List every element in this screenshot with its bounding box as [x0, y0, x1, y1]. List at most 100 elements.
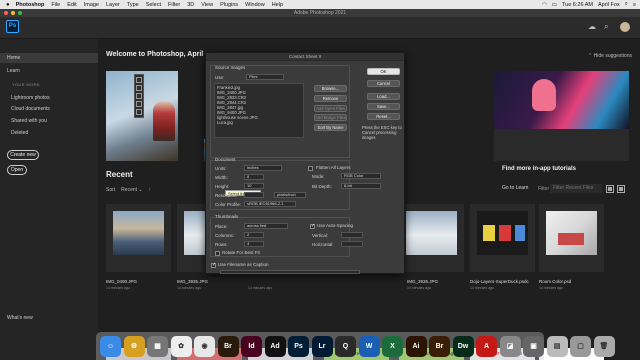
notes-icon[interactable]: ▤: [546, 335, 568, 357]
suggestion-image[interactable]: [494, 71, 629, 129]
preview-icon[interactable]: ◪: [499, 335, 521, 357]
excel-icon[interactable]: X: [382, 335, 403, 357]
sidebar-item-home[interactable]: Home: [0, 53, 98, 63]
menu-window[interactable]: Window: [245, 2, 265, 8]
list-view-icon[interactable]: [617, 185, 625, 193]
menu-filter[interactable]: Filter: [168, 2, 180, 8]
bridge2-icon[interactable]: Br: [429, 335, 450, 357]
word-icon[interactable]: W: [358, 335, 380, 357]
recent-file-thumb[interactable]: [106, 204, 171, 272]
height-input[interactable]: 10: [244, 183, 264, 189]
wifi-icon[interactable]: ◠: [542, 2, 547, 8]
load-button[interactable]: Load...: [367, 93, 400, 100]
ok-button[interactable]: OK: [367, 68, 400, 75]
sidebar-item-cloud[interactable]: Cloud documents: [11, 106, 50, 112]
photoshop-dock-icon[interactable]: Ps: [288, 335, 309, 357]
cancel-button[interactable]: Cancel: [367, 80, 400, 87]
file-list-item[interactable]: Luca.jpg: [217, 120, 301, 125]
units-select[interactable]: inches: [244, 165, 282, 171]
cloud-icon[interactable]: ☁: [588, 22, 596, 31]
avatar[interactable]: [620, 22, 630, 32]
create-new-button[interactable]: Create new: [7, 150, 39, 160]
illustrator-icon[interactable]: Ai: [405, 335, 427, 357]
resolution-unit-select[interactable]: pixels/inch: [274, 192, 306, 198]
grid-view-icon[interactable]: [606, 185, 614, 193]
bridge-icon[interactable]: Br: [217, 335, 239, 357]
recent-file-thumb[interactable]: [470, 204, 535, 272]
search-header-icon[interactable]: ⌕: [604, 22, 608, 32]
finder-icon[interactable]: ☺: [100, 335, 121, 357]
control-center-icon[interactable]: ≡: [633, 2, 636, 8]
menu-type[interactable]: Type: [127, 2, 139, 8]
battery-icon[interactable]: ▭: [552, 2, 557, 8]
sort-direction-icon[interactable]: ↑: [149, 187, 152, 193]
adobe-icon[interactable]: Ad: [264, 335, 286, 357]
width-input[interactable]: 8: [244, 174, 264, 180]
close-window-button[interactable]: [4, 11, 8, 15]
menu-plugins[interactable]: Plugins: [220, 2, 238, 8]
indesign-icon[interactable]: Id: [241, 335, 262, 357]
mode-select[interactable]: RGB Color: [341, 173, 381, 179]
filter-input[interactable]: Filter Recent Files: [550, 184, 602, 193]
sidebar-item-learn[interactable]: Learn: [7, 68, 20, 74]
hide-suggestions-link[interactable]: ⌃ Hide suggestions: [588, 53, 632, 59]
caption-font-row[interactable]: [220, 270, 360, 274]
menu-clock[interactable]: Tue 6:26 AM: [562, 2, 593, 8]
color-profile-select[interactable]: sRGB IEC61966-2.1: [244, 201, 296, 207]
sidebar-item-deleted[interactable]: Deleted: [11, 130, 28, 136]
file-list[interactable]: Frankie2.jpg IMG_3400.JPG IMG_2833.CR2 I…: [214, 83, 304, 138]
menu-app-name[interactable]: Photoshop: [16, 2, 45, 8]
recent-file-thumb[interactable]: [399, 204, 464, 272]
system-prefs-icon[interactable]: ▦: [147, 335, 168, 357]
launchpad-icon[interactable]: ⚙: [123, 335, 145, 357]
open-button[interactable]: Open: [7, 165, 27, 175]
resolution-input[interactable]: [244, 192, 264, 198]
save-button[interactable]: Save...: [367, 103, 400, 110]
sort-dropdown[interactable]: Recent ⌄: [121, 187, 142, 193]
menu-image[interactable]: Image: [84, 2, 99, 8]
finder2-icon[interactable]: ▢: [570, 335, 591, 357]
suggestion-card[interactable]: [494, 129, 629, 161]
whats-new-link[interactable]: What's new: [7, 315, 33, 321]
photos-icon[interactable]: ✿: [170, 335, 192, 357]
chrome-icon[interactable]: ◉: [194, 335, 215, 357]
screenshot-icon[interactable]: ▣: [523, 335, 544, 357]
menu-view[interactable]: View: [201, 2, 213, 8]
columns-input[interactable]: 2: [244, 232, 264, 238]
menu-layer[interactable]: Layer: [106, 2, 120, 8]
remove-button[interactable]: Remove: [314, 95, 347, 102]
go-to-learn-link[interactable]: Go to Learn: [502, 185, 528, 191]
browse-button[interactable]: Browse...: [314, 85, 347, 92]
rows-input[interactable]: 4: [244, 241, 264, 247]
rotate-checkbox[interactable]: [215, 251, 220, 256]
dreamweaver-icon[interactable]: Dw: [452, 335, 474, 357]
trash-icon[interactable]: 🗑: [593, 335, 615, 357]
minimize-window-button[interactable]: [11, 11, 15, 15]
lightroom-icon[interactable]: Lr: [311, 335, 333, 357]
search-icon[interactable]: ⌕: [625, 1, 628, 8]
sort-by-name-button[interactable]: Sort By Name: [314, 124, 347, 131]
zoom-window-button[interactable]: [18, 11, 22, 15]
add-open-files-button[interactable]: Add Open Files: [314, 105, 347, 112]
caption-checkbox[interactable]: [211, 262, 216, 268]
menu-help[interactable]: Help: [272, 2, 283, 8]
menu-3d[interactable]: 3D: [187, 2, 194, 8]
menu-select[interactable]: Select: [146, 2, 161, 8]
place-select[interactable]: across first: [244, 223, 288, 229]
menu-file[interactable]: File: [51, 2, 60, 8]
horizontal-input[interactable]: [341, 241, 363, 247]
quicktime-icon[interactable]: Q: [335, 335, 356, 357]
menu-user[interactable]: April Fox: [598, 2, 620, 8]
sidebar-item-shared[interactable]: Shared with you: [11, 118, 47, 124]
sidebar-item-lightroom[interactable]: Lightroom photos: [11, 95, 50, 101]
add-bridge-files-button[interactable]: Add Bridge Files: [314, 114, 347, 121]
recent-file-thumb[interactable]: [539, 204, 604, 272]
bit-depth-select[interactable]: 8-bit: [341, 183, 381, 189]
auto-spacing-checkbox[interactable]: [310, 223, 315, 229]
apple-icon[interactable]: ●: [6, 2, 10, 8]
menu-edit[interactable]: Edit: [67, 2, 76, 8]
vertical-input[interactable]: [341, 232, 363, 238]
reset-button[interactable]: Reset...: [367, 113, 400, 120]
photoshop-logo[interactable]: Ps: [6, 20, 19, 33]
use-select[interactable]: Files: [246, 74, 284, 80]
